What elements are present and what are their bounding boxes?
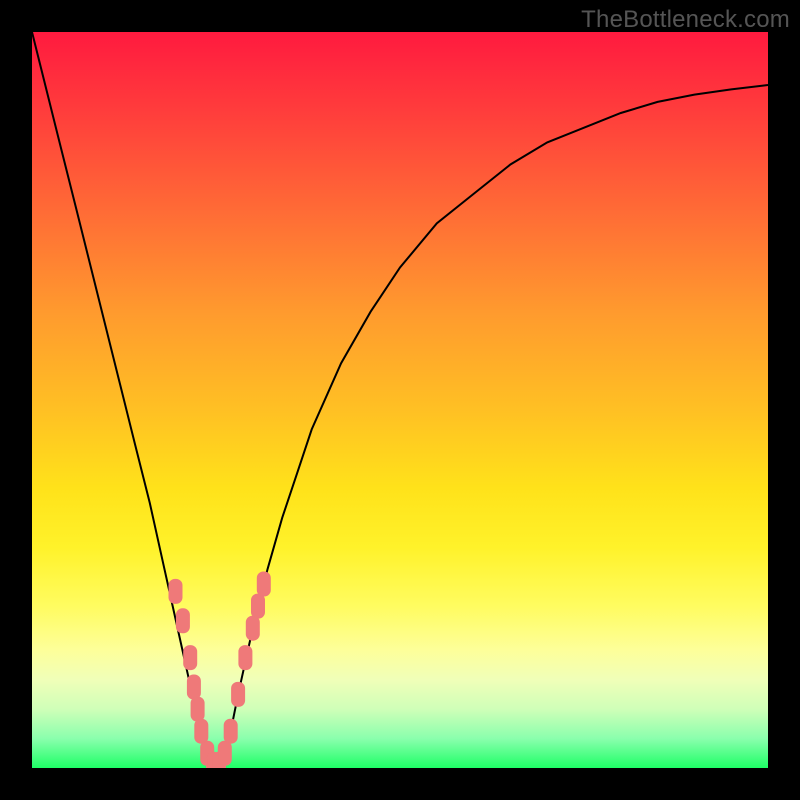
plot-area	[32, 32, 768, 768]
chart-svg	[32, 32, 768, 768]
highlight-marker	[184, 646, 197, 670]
highlight-marker	[187, 675, 200, 699]
highlight-marker	[176, 609, 189, 633]
highlight-marker	[224, 719, 237, 743]
highlight-marker	[257, 572, 270, 596]
highlight-marker	[232, 682, 245, 706]
highlight-marker	[252, 594, 265, 618]
highlight-marker	[239, 646, 252, 670]
bottleneck-curve	[32, 32, 768, 768]
highlight-marker	[246, 616, 259, 640]
highlight-marker	[218, 741, 231, 765]
highlight-markers-group	[169, 572, 270, 768]
watermark-text: TheBottleneck.com	[581, 6, 790, 34]
highlight-marker	[195, 719, 208, 743]
highlight-marker	[169, 579, 182, 603]
highlight-marker	[191, 697, 204, 721]
outer-frame: TheBottleneck.com	[0, 0, 800, 800]
